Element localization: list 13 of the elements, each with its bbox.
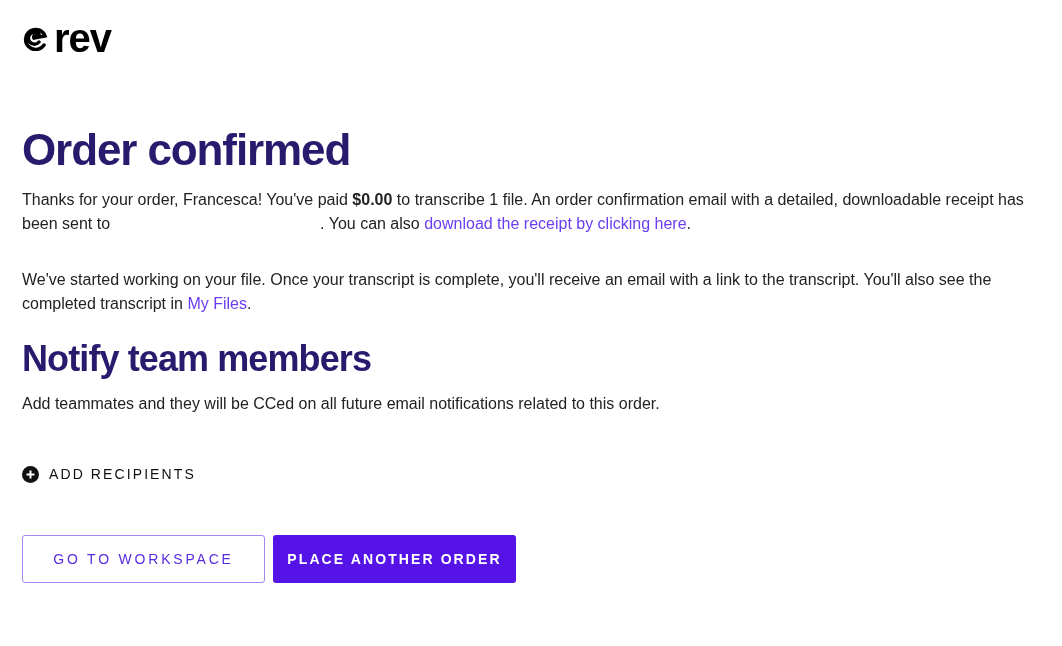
section-heading: Notify team members — [22, 337, 373, 381]
page-title: Order confirmed — [22, 124, 352, 176]
receipt-link[interactable]: download the receipt by clicking here — [424, 215, 687, 232]
place-order-button[interactable]: PLACE ANOTHER ORDER — [273, 535, 516, 583]
logo-text: rev — [54, 18, 112, 58]
workspace-button[interactable]: GO TO WORKSPACE — [22, 535, 265, 583]
notify-description: Add teammates and they will be CCed on all future email notifications related to this order. — [22, 394, 661, 414]
confirmation-text: Thanks for your order, Francesca! You've paid $0.00 to transcribe 1 file. An order confirmation email with a detailed, downloadable receipt has been sent to . You can also download the receipt by clicking here. — [22, 190, 1025, 234]
progress-text: We've started working on your file. Once your transcript is complete, you'll receive an email with a link to the transcript. You'll also see the completed transcript in My Files. — [22, 270, 993, 314]
add-recipients-button[interactable]: ADD RECIPIENTS — [22, 464, 196, 485]
logo-icon — [22, 25, 48, 51]
plus-circle-icon — [22, 466, 39, 483]
my-files-link[interactable]: My Files — [187, 295, 247, 312]
